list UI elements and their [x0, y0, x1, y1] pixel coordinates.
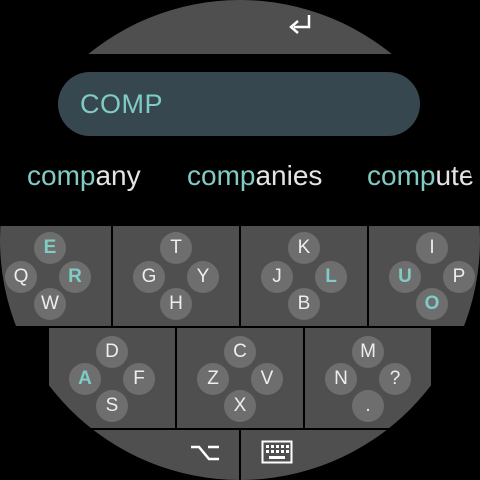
key-k[interactable]: K: [288, 232, 320, 264]
key-period[interactable]: .: [352, 390, 384, 422]
key-a[interactable]: A: [69, 363, 101, 395]
key-c[interactable]: C: [224, 336, 256, 368]
key-y[interactable]: Y: [187, 261, 219, 293]
key-b[interactable]: B: [288, 288, 320, 320]
key-t[interactable]: T: [160, 232, 192, 264]
suggestion-item[interactable]: compute.: [367, 160, 480, 192]
key-l[interactable]: L: [315, 261, 347, 293]
watch-screen: COMP company companies compute. E Q R W …: [0, 0, 480, 480]
key-j[interactable]: J: [261, 261, 293, 293]
enter-key[interactable]: [60, 0, 420, 54]
enter-return-icon: [289, 15, 311, 34]
suggestion-rest: anies: [255, 160, 323, 191]
suggestion-prefix: comp: [27, 160, 96, 191]
suggestion-prefix: comp: [367, 160, 436, 191]
alt-option-icon: [191, 445, 219, 461]
key-group-kjlb[interactable]: K J L B: [241, 226, 367, 326]
key-group-iupo[interactable]: I U P O: [369, 226, 480, 326]
key-v[interactable]: V: [251, 363, 283, 395]
key-g[interactable]: G: [133, 261, 165, 293]
key-h[interactable]: H: [160, 288, 192, 320]
suggestion-rest: any: [95, 160, 141, 191]
key-m[interactable]: M: [352, 336, 384, 368]
key-s[interactable]: S: [96, 390, 128, 422]
input-value: COMP: [80, 89, 163, 119]
key-x[interactable]: X: [224, 390, 256, 422]
key-u[interactable]: U: [389, 261, 421, 293]
key-n[interactable]: N: [325, 363, 357, 395]
keyboard-icon: [261, 440, 293, 464]
suggestion-rest: ute.: [435, 160, 480, 191]
key-i[interactable]: I: [416, 232, 448, 264]
key-group-czvx[interactable]: C Z V X: [177, 328, 303, 428]
key-group-mnqp[interactable]: M N ? .: [305, 328, 431, 428]
key-o[interactable]: O: [416, 288, 448, 320]
key-group-dafs[interactable]: D A F S: [49, 328, 175, 428]
key-w[interactable]: W: [34, 288, 66, 320]
keyboard-switch-key[interactable]: [241, 430, 480, 480]
suggestion-prefix: comp: [187, 160, 256, 191]
key-group-eqrw[interactable]: E Q R W: [0, 226, 111, 326]
key-p[interactable]: P: [443, 261, 475, 293]
suggestion-item[interactable]: company: [27, 160, 141, 192]
key-question[interactable]: ?: [379, 363, 411, 395]
key-q[interactable]: Q: [5, 261, 37, 293]
key-z[interactable]: Z: [197, 363, 229, 395]
key-d[interactable]: D: [96, 336, 128, 368]
key-e[interactable]: E: [34, 232, 66, 264]
key-group-tgyh[interactable]: T G Y H: [113, 226, 239, 326]
key-r[interactable]: R: [59, 261, 91, 293]
suggestion-item[interactable]: companies: [187, 160, 322, 192]
alt-symbols-key[interactable]: [0, 430, 239, 480]
text-input-field[interactable]: COMP: [58, 72, 420, 136]
key-f[interactable]: F: [123, 363, 155, 395]
